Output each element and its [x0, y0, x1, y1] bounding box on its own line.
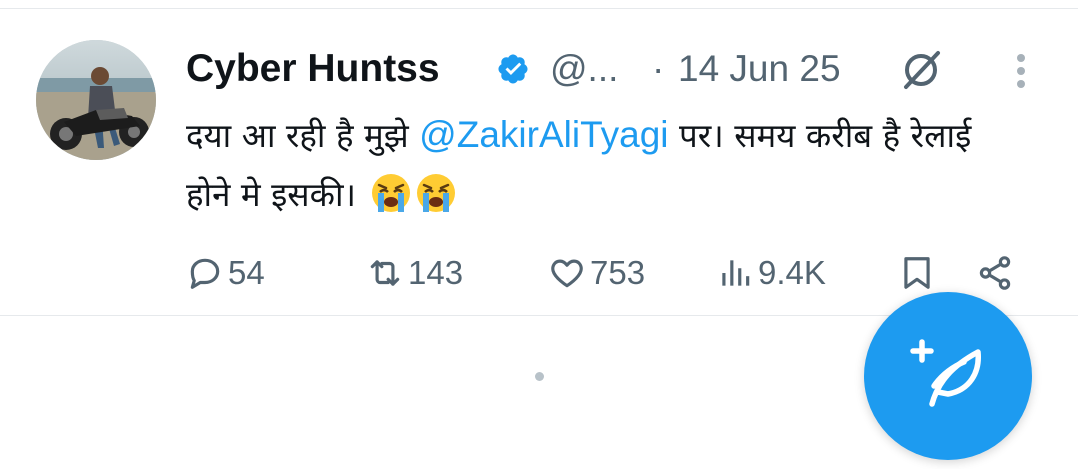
repost-count: 143 [408, 254, 464, 291]
share-icon [979, 256, 1011, 290]
mention-link[interactable]: @ZakirAliTyagi [419, 114, 668, 155]
bookmark-button[interactable] [898, 250, 936, 296]
reply-count: 54 [228, 254, 265, 291]
reply-button[interactable]: 54 [186, 250, 265, 296]
repost-button[interactable]: 143 [366, 250, 463, 296]
handle[interactable]: @... [550, 45, 618, 93]
tweet-header: Cyber Huntss @... · 14 Jun 25 [186, 45, 1046, 95]
views-icon [722, 260, 750, 286]
share-button[interactable] [976, 250, 1014, 296]
views-count: 9.4K [758, 254, 826, 291]
verified-badge-icon[interactable] [496, 52, 530, 86]
loudly-crying-face-emoji [415, 172, 457, 214]
compose-button[interactable] [864, 292, 1032, 460]
reply-icon [190, 258, 220, 289]
tweet-actions: 54 143 753 9.4K [186, 250, 1046, 296]
grok-icon[interactable] [900, 49, 942, 91]
tweet-text-part: दया आ रही है मुझे [186, 116, 420, 155]
like-icon [551, 259, 583, 288]
loudly-crying-face-emoji [370, 172, 412, 214]
views-button[interactable]: 9.4K [716, 250, 826, 296]
like-count: 753 [590, 254, 646, 291]
tweet[interactable]: Cyber Huntss @... · 14 Jun 25 दया आ रही … [0, 9, 1078, 315]
more-options-icon[interactable] [1001, 51, 1041, 91]
loading-indicator [535, 372, 544, 381]
avatar[interactable] [36, 40, 156, 160]
separator-dot: · [652, 48, 665, 89]
repost-icon [370, 260, 400, 286]
display-name[interactable]: Cyber Huntss [186, 45, 440, 93]
tweet-text: दया आ रही है मुझे @ZakirAliTyagi पर। समय… [186, 105, 1006, 224]
bookmark-icon [904, 257, 930, 289]
tweet-date[interactable]: 14 Jun 25 [678, 45, 841, 93]
compose-icon [910, 339, 981, 407]
like-button[interactable]: 753 [548, 250, 645, 296]
